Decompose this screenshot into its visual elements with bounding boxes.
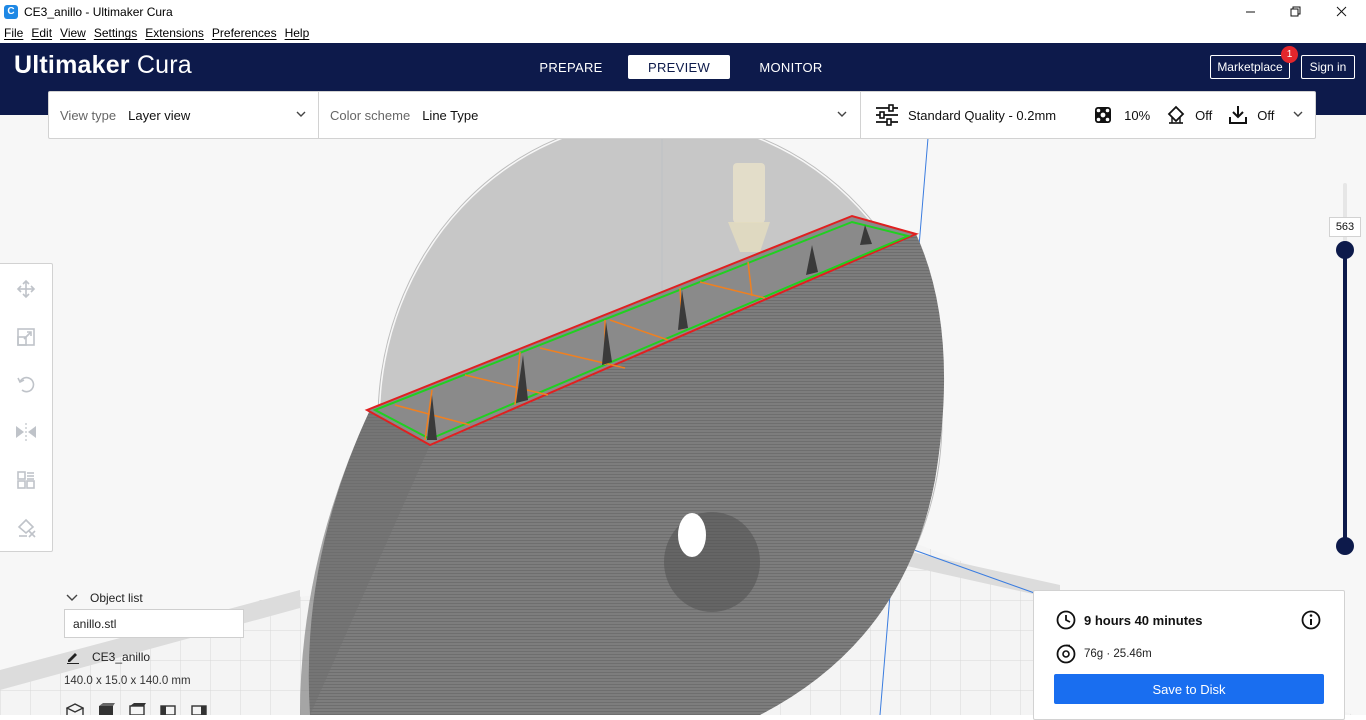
- 3d-view-icon[interactable]: [66, 703, 84, 715]
- ultimaker-cura-logo: Ultimaker Cura: [14, 51, 192, 79]
- current-layer-field[interactable]: 563: [1329, 217, 1361, 237]
- tab-preview[interactable]: PREVIEW: [628, 55, 730, 79]
- rotate-icon[interactable]: [14, 372, 38, 396]
- object-name-row[interactable]: CE3_anillo: [66, 650, 150, 664]
- print-time-row: 9 hours 40 minutes: [1056, 610, 1202, 630]
- menu-extensions[interactable]: Extensions: [141, 26, 208, 40]
- window-titlebar: C CE3_anillo - Ultimaker Cura: [0, 0, 1366, 23]
- object-dimensions: 140.0 x 15.0 x 140.0 mm: [64, 675, 191, 687]
- chevron-down-icon: [66, 594, 78, 601]
- chevron-down-icon[interactable]: [1293, 109, 1303, 119]
- restore-icon[interactable]: [1272, 0, 1318, 23]
- tool-panel: [0, 263, 53, 552]
- clock-icon: [1056, 610, 1076, 630]
- top-view-icon[interactable]: [128, 703, 146, 715]
- close-icon[interactable]: [1318, 0, 1364, 23]
- color-scheme-value: Line Type: [422, 107, 479, 123]
- layer-slider-lower-handle[interactable]: [1336, 537, 1354, 555]
- marketplace-notification-badge: 1: [1281, 46, 1298, 63]
- view-type-value: Layer view: [128, 107, 191, 123]
- sign-in-button[interactable]: Sign in: [1301, 55, 1355, 79]
- settings-sliders-icon: [876, 104, 898, 126]
- view-toolbar: View type Layer view Color scheme Line T…: [48, 91, 1316, 139]
- cura-app-icon: C: [4, 4, 18, 19]
- color-scheme-dropdown[interactable]: Color scheme Line Type: [330, 92, 860, 138]
- spool-icon: [1056, 644, 1076, 664]
- scale-icon[interactable]: [14, 325, 38, 349]
- object-name: CE3_anillo: [92, 650, 151, 664]
- tab-prepare[interactable]: PREPARE: [530, 55, 612, 79]
- material-usage: 76g · 25.46m: [1084, 648, 1152, 660]
- menu-bar: File Edit View Settings Extensions Prefe…: [0, 23, 1366, 43]
- layer-slider-upper-handle[interactable]: [1336, 241, 1354, 259]
- layer-slider-track[interactable]: [1343, 250, 1347, 546]
- quality-profile: Standard Quality - 0.2mm: [908, 107, 1057, 123]
- object-list-toggle[interactable]: Object list: [66, 591, 143, 605]
- support-value: Off: [1195, 107, 1213, 123]
- toolbar-divider: [318, 92, 319, 138]
- print-time: 9 hours 40 minutes: [1084, 612, 1203, 628]
- right-view-icon[interactable]: [190, 703, 208, 715]
- menu-help[interactable]: Help: [281, 26, 314, 40]
- print-setup-selector[interactable]: Standard Quality - 0.2mm 10% Off Off: [875, 92, 1315, 138]
- support-blocker-icon[interactable]: [14, 516, 38, 540]
- menu-view[interactable]: View: [56, 26, 90, 40]
- front-view-icon[interactable]: [97, 703, 115, 715]
- view-type-label: View type: [60, 107, 117, 123]
- chevron-down-icon: [296, 111, 306, 117]
- infill-icon: [1095, 107, 1112, 123]
- camera-view-buttons: [66, 703, 208, 715]
- menu-settings[interactable]: Settings: [90, 26, 141, 40]
- adhesion-value: Off: [1257, 107, 1275, 123]
- tab-monitor[interactable]: MONITOR: [748, 55, 834, 79]
- menu-file[interactable]: File: [0, 26, 27, 40]
- object-list-item[interactable]: anillo.stl: [64, 609, 244, 638]
- mirror-icon[interactable]: [14, 420, 38, 444]
- menu-preferences[interactable]: Preferences: [208, 26, 281, 40]
- move-icon[interactable]: [14, 277, 38, 301]
- pencil-icon: [67, 653, 79, 664]
- material-usage-row: 76g · 25.46m: [1056, 644, 1152, 664]
- object-list-title: Object list: [90, 591, 143, 605]
- per-model-settings-icon[interactable]: [14, 468, 38, 492]
- chevron-down-icon: [837, 111, 847, 117]
- left-view-icon[interactable]: [159, 703, 177, 715]
- save-to-disk-button[interactable]: Save to Disk: [1054, 674, 1324, 704]
- marketplace-button[interactable]: Marketplace: [1210, 55, 1290, 79]
- minimize-icon[interactable]: [1227, 0, 1273, 23]
- window-title: CE3_anillo - Ultimaker Cura: [24, 4, 173, 19]
- toolbar-divider: [860, 92, 861, 138]
- info-icon[interactable]: [1301, 610, 1321, 630]
- infill-value: 10%: [1124, 107, 1151, 123]
- view-type-dropdown[interactable]: View type Layer view: [60, 92, 318, 138]
- color-scheme-label: Color scheme: [330, 107, 411, 123]
- support-icon: [1167, 105, 1185, 124]
- adhesion-icon: [1229, 106, 1248, 124]
- menu-edit[interactable]: Edit: [27, 26, 56, 40]
